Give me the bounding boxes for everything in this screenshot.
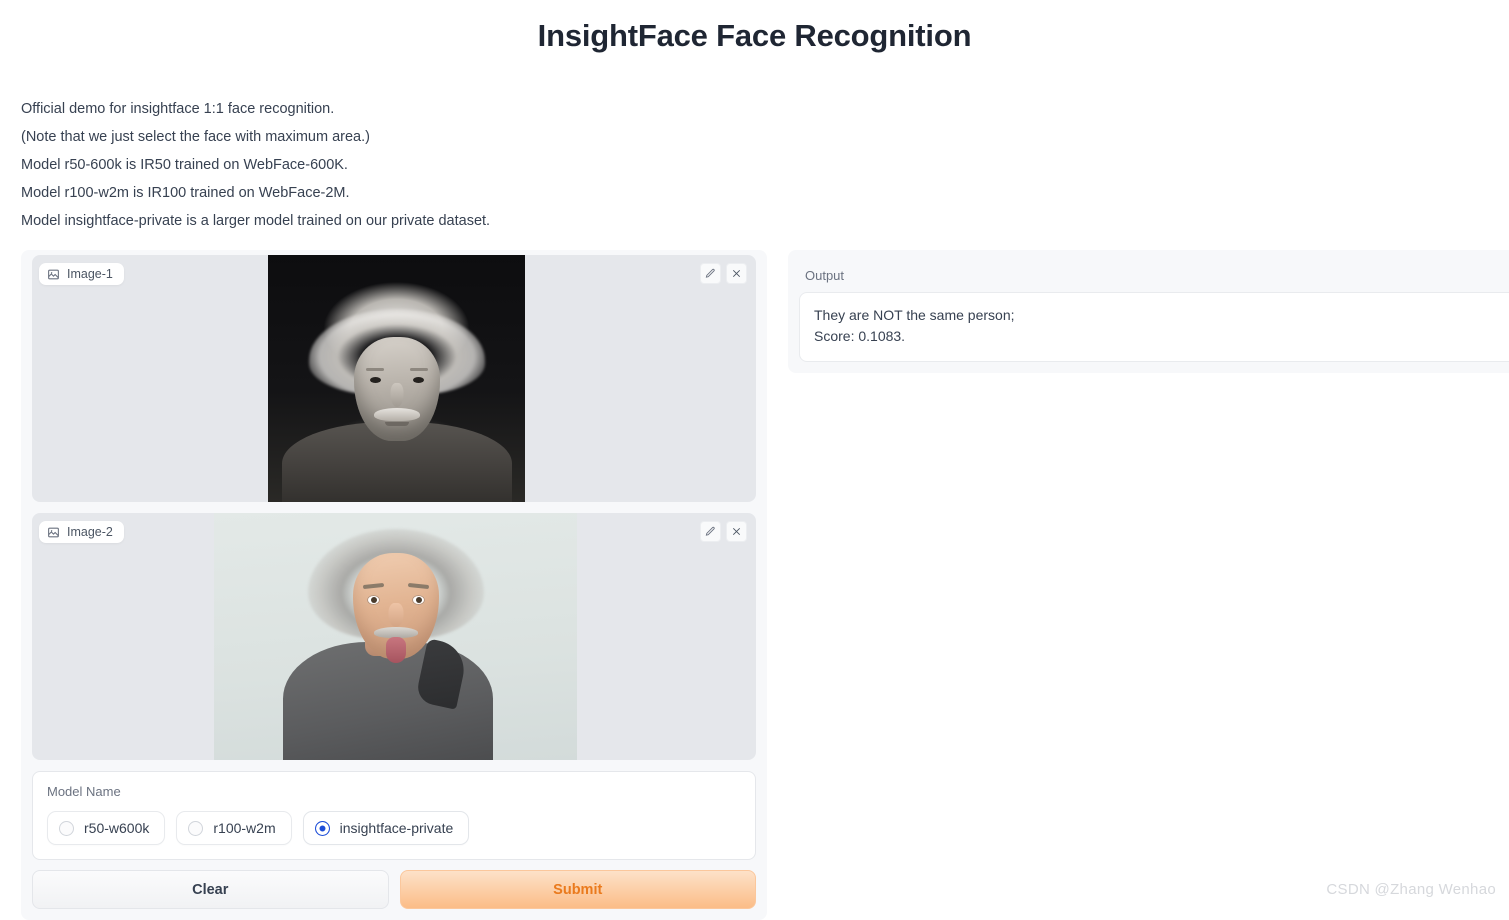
image-2-tongue: [385, 637, 406, 663]
page-title: InsightFace Face Recognition: [537, 18, 972, 53]
pencil-icon: [705, 268, 715, 278]
image-2-eye-left: [366, 595, 380, 605]
image-2-tools: [700, 521, 747, 542]
radio-label: r50-w600k: [84, 820, 150, 836]
model-name-options: r50-w600k r100-w2m insightface-private: [47, 811, 741, 845]
image-2-nose: [388, 603, 403, 627]
radio-label: r100-w2m: [213, 820, 276, 836]
description-line-2: (Note that we just select the face with …: [21, 129, 370, 145]
output-line-2: Score: 0.1083.: [814, 328, 906, 344]
radio-dot-icon: [188, 820, 204, 836]
image-1-clear-button[interactable]: [726, 263, 747, 284]
image-2-pupil-left: [370, 597, 377, 603]
image-2-photo: [214, 513, 577, 760]
action-buttons: Clear Submit: [32, 870, 756, 920]
image-1-face: [353, 336, 440, 441]
image-2-clear-button[interactable]: [726, 521, 747, 542]
submit-button[interactable]: Submit: [399, 870, 756, 909]
output-column: Output They are NOT the same person; Sco…: [788, 250, 1509, 373]
image-1-moustache: [373, 407, 420, 421]
image-1-photo: [268, 255, 525, 502]
image-2-eye-right: [411, 595, 425, 605]
radio-option-r50-w600k[interactable]: r50-w600k: [47, 811, 166, 845]
image-1-preview: [268, 255, 525, 502]
output-label: Output: [805, 268, 845, 283]
image-2-tag-label: Image-2: [67, 525, 113, 539]
image-1-eye-left: [369, 376, 381, 383]
image-2-brow-right: [407, 582, 429, 590]
description-line-1: Official demo for insightface 1:1 face r…: [21, 101, 335, 117]
image-2-preview: [214, 513, 577, 760]
image-2-pupil-right: [415, 597, 422, 603]
description-block: Official demo for insightface 1:1 face r…: [21, 95, 761, 235]
image-1-brow-right: [409, 367, 428, 371]
model-name-group: Model Name r50-w600k r100-w2m insightfac…: [32, 771, 756, 860]
input-column: Image-1 Image-2 Model Name r50-w600k r10…: [21, 250, 767, 920]
output-textbox[interactable]: They are NOT the same person; Score: 0.1…: [799, 292, 1509, 362]
image-1-eye-right: [412, 376, 424, 383]
description-line-3: Model r50-600k is IR50 trained on WebFac…: [21, 157, 348, 173]
image-icon: [47, 268, 60, 281]
watermark: CSDN @Zhang Wenhao: [1326, 881, 1496, 898]
image-icon: [47, 526, 60, 539]
image-1-tag: Image-1: [39, 263, 124, 285]
radio-label: insightface-private: [339, 820, 454, 836]
image-1-brow-left: [365, 367, 384, 371]
image-2-edit-button[interactable]: [700, 521, 721, 542]
image-2-panel[interactable]: Image-2: [32, 513, 756, 760]
description-line-5: Model insightface-private is a larger mo…: [21, 213, 491, 229]
image-1-nose: [390, 382, 403, 407]
radio-dot-selected-icon: [314, 820, 330, 836]
pencil-icon: [705, 526, 715, 536]
radio-option-r100-w2m[interactable]: r100-w2m: [176, 811, 292, 845]
image-2-tag: Image-2: [39, 521, 124, 543]
app-root: InsightFace Face Recognition Official de…: [0, 0, 1509, 920]
image-1-panel[interactable]: Image-1: [32, 255, 756, 502]
clear-button[interactable]: Clear: [32, 870, 389, 909]
radio-dot-icon: [59, 820, 74, 836]
image-1-tools: [700, 263, 747, 284]
image-1-mouth: [384, 421, 409, 426]
close-icon: [732, 527, 741, 536]
model-name-label: Model Name: [47, 784, 121, 799]
radio-option-insightface-private[interactable]: insightface-private: [302, 811, 470, 845]
image-1-edit-button[interactable]: [700, 263, 721, 284]
main-content: Image-1 Image-2 Model Name r50-w600k r10…: [0, 250, 1509, 920]
image-2-brow-left: [362, 582, 384, 590]
output-line-1: They are NOT the same person;: [814, 307, 1015, 323]
image-1-tag-label: Image-1: [67, 267, 113, 281]
description-line-4: Model r100-w2m is IR100 trained on WebFa…: [21, 185, 350, 201]
close-icon: [732, 269, 741, 278]
